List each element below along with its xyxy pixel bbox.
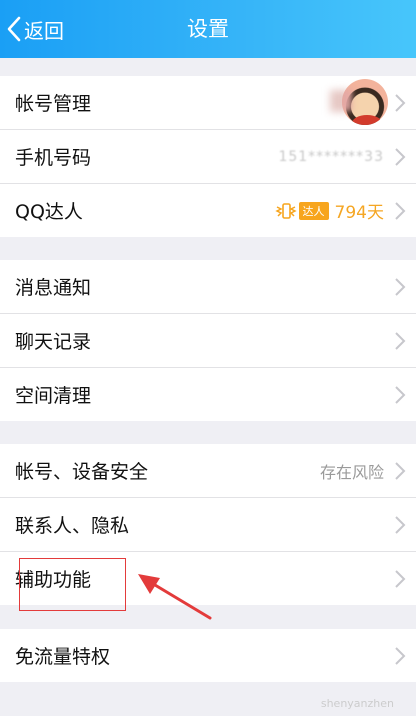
chat-history-row[interactable]: 聊天记录 xyxy=(0,314,416,368)
highlight-box xyxy=(19,558,126,611)
row-label: QQ达人 xyxy=(15,201,83,223)
talent-days: 794天 xyxy=(334,203,384,223)
chevron-right-icon xyxy=(395,646,406,665)
phone-number-row[interactable]: 手机号码 151*******33 xyxy=(0,130,416,184)
settings-group-traffic: 免流量特权 xyxy=(0,629,416,682)
security-status: 存在风险 xyxy=(319,462,384,482)
chevron-right-icon xyxy=(395,569,406,588)
pointer-arrow-icon xyxy=(138,574,212,620)
page-title: 设置 xyxy=(187,17,229,41)
chevron-right-icon xyxy=(395,147,406,166)
chevron-right-icon xyxy=(395,515,406,534)
chevron-right-icon xyxy=(395,385,406,404)
nav-bar: 返回 设置 xyxy=(0,0,416,58)
phone-value: 151*******33 xyxy=(278,148,384,165)
chevron-right-icon xyxy=(395,461,406,480)
notifications-row[interactable]: 消息通知 xyxy=(0,260,416,314)
row-label: 联系人、隐私 xyxy=(15,515,130,537)
settings-group-account: 帐号管理 手机号码 151*******33 QQ达人 达人 794天 xyxy=(0,76,416,237)
chevron-right-icon xyxy=(395,277,406,296)
qq-talent-row[interactable]: QQ达人 达人 794天 xyxy=(0,184,416,237)
watermark: shenyanzhen xyxy=(320,697,394,710)
chevron-right-icon xyxy=(395,93,406,112)
free-traffic-row[interactable]: 免流量特权 xyxy=(0,629,416,682)
avatar xyxy=(342,79,388,125)
talent-label: 达人 xyxy=(298,201,329,220)
talent-badge: 达人 794天 xyxy=(274,198,384,223)
row-label: 帐号、设备安全 xyxy=(15,461,149,483)
contacts-privacy-row[interactable]: 联系人、隐私 xyxy=(0,498,416,552)
chevron-right-icon xyxy=(395,331,406,350)
row-label: 空间清理 xyxy=(15,385,92,407)
row-label: 免流量特权 xyxy=(15,646,111,668)
row-label: 帐号管理 xyxy=(15,93,92,115)
row-label: 消息通知 xyxy=(15,277,92,299)
settings-group-messages: 消息通知 聊天记录 空间清理 xyxy=(0,260,416,421)
chevron-right-icon xyxy=(395,201,406,220)
row-label: 聊天记录 xyxy=(15,331,92,353)
storage-cleanup-row[interactable]: 空间清理 xyxy=(0,368,416,421)
row-label: 手机号码 xyxy=(15,147,92,169)
account-management-row[interactable]: 帐号管理 xyxy=(0,76,416,130)
account-device-security-row[interactable]: 帐号、设备安全 存在风险 xyxy=(0,444,416,498)
phone-wings-icon xyxy=(274,202,297,219)
